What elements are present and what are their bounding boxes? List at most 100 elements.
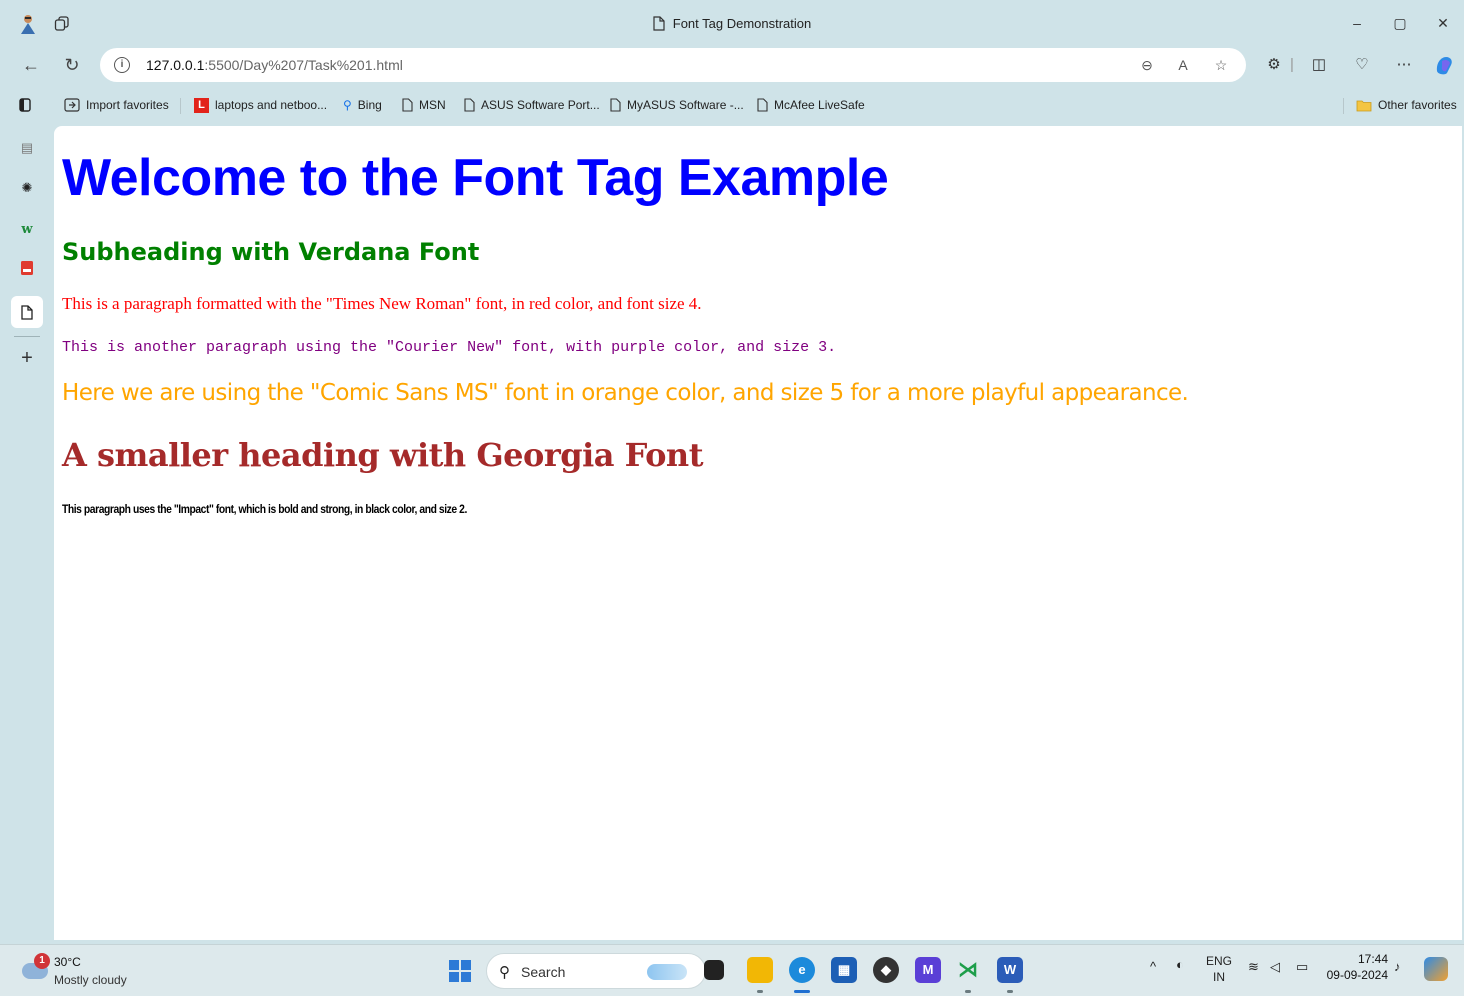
app-running-indicator	[1007, 990, 1013, 993]
network-app-icon[interactable]: ◐	[1176, 957, 1184, 972]
taskbar-search-label: Search	[521, 964, 566, 980]
volume-icon[interactable]: ◁	[1270, 959, 1280, 975]
web-page: Welcome to the Font Tag Example Subheadi…	[54, 126, 1462, 940]
more-menu-icon[interactable]: ⋯	[1392, 53, 1416, 77]
favorite-bing[interactable]: ⚲ Bing	[343, 96, 382, 114]
navigation-bar: ← ↻ i 127.0.0.1:5500/Day%207/Task%201.ht…	[0, 44, 1464, 86]
favorite-lenovo[interactable]: L laptops and netboo...	[194, 96, 327, 114]
favorite-label: ASUS Software Port...	[481, 98, 600, 112]
battery-icon[interactable]: ▭	[1296, 959, 1308, 975]
sidebar-divider	[14, 336, 40, 337]
page-icon	[21, 305, 33, 320]
language-indicator[interactable]: ENG IN	[1206, 953, 1232, 985]
copilot-pre-icon[interactable]	[1424, 957, 1448, 981]
taskbar-search-box[interactable]: ⚲ Search	[486, 953, 706, 989]
refresh-icon[interactable]: ↻	[59, 52, 85, 78]
favorite-asus-portal[interactable]: ASUS Software Port...	[464, 96, 600, 114]
other-favorites-folder[interactable]: Other favorites	[1356, 96, 1457, 114]
edge-browser-icon[interactable]: e	[789, 957, 815, 983]
favorite-label: MyASUS Software -...	[627, 98, 744, 112]
url-text[interactable]: 127.0.0.1:5500/Day%207/Task%201.html	[146, 57, 403, 73]
paragraph-comic-sans: Here we are using the "Comic Sans MS" fo…	[62, 380, 1189, 406]
clock-date: 09-09-2024	[1326, 968, 1388, 982]
favorites-divider	[180, 98, 181, 114]
read-aloud-icon[interactable]: A	[1172, 54, 1194, 76]
copilot-icon[interactable]	[1432, 53, 1456, 77]
tab-actions-icon[interactable]	[18, 96, 32, 114]
windows-start-icon[interactable]	[449, 960, 471, 982]
address-bar[interactable]: i 127.0.0.1:5500/Day%207/Task%201.html ⊖…	[100, 48, 1246, 82]
left-sidebar: ▤ ✺ w +	[0, 126, 54, 940]
notification-bell-icon[interactable]: ♪	[1394, 959, 1401, 974]
wifi-icon[interactable]: ≋	[1248, 959, 1259, 975]
maximize-button[interactable]: ▢	[1389, 12, 1411, 34]
favorite-label: laptops and netboo...	[215, 98, 328, 112]
add-icon[interactable]: +	[17, 348, 37, 368]
favorite-label: Bing	[357, 98, 382, 112]
favorite-myasus[interactable]: MyASUS Software -...	[610, 96, 744, 114]
other-favorites-label: Other favorites	[1378, 98, 1457, 112]
paragraph-courier: This is another paragraph using the "Cou…	[62, 339, 837, 356]
app-running-indicator	[965, 990, 971, 993]
lenovo-icon: L	[194, 97, 209, 113]
favorite-label: MSN	[419, 98, 446, 112]
search-icon: ⚲	[499, 964, 510, 981]
paragraph-impact: This paragraph uses the "Impact" font, w…	[62, 502, 467, 516]
minimize-button[interactable]: –	[1346, 12, 1368, 34]
folder-icon	[1356, 100, 1372, 111]
vscode-icon[interactable]: ⋊	[955, 957, 981, 983]
favorite-msn[interactable]: MSN	[402, 96, 446, 114]
language-region: IN	[1213, 970, 1225, 984]
weather-widget[interactable]: 1 30°C Mostly cloudy	[20, 951, 160, 991]
microsoft-store-icon[interactable]: ▦	[831, 957, 857, 983]
browser-essentials-icon[interactable]: ♡	[1350, 53, 1374, 77]
tab-title[interactable]: Font Tag Demonstration	[0, 16, 1464, 31]
favorite-star-icon[interactable]: ☆	[1210, 54, 1232, 76]
search-highlight-icon	[647, 964, 687, 980]
favorites-bar: Import favorites L laptops and netboo...…	[0, 90, 1464, 120]
clock-time: 17:44	[1357, 952, 1388, 966]
close-button[interactable]: ✕	[1432, 12, 1454, 34]
toolbar-divider: |	[1290, 56, 1294, 73]
favorite-label: Import favorites	[86, 98, 169, 112]
app-active-indicator	[794, 990, 810, 993]
page-icon	[653, 16, 665, 31]
extensions-icon[interactable]: ⚙	[1262, 53, 1286, 77]
subheading-verdana: Subheading with Verdana Font	[62, 238, 480, 266]
page-icon	[464, 98, 475, 112]
wordtune-icon[interactable]: w	[17, 220, 37, 240]
page-heading-main: Welcome to the Font Tag Example	[62, 149, 889, 207]
sidebar-page-tab[interactable]	[11, 296, 43, 328]
import-icon	[64, 98, 80, 112]
weather-temperature: 30°C	[54, 955, 81, 969]
language-code: ENG	[1206, 954, 1233, 968]
page-icon	[610, 98, 621, 112]
word-icon[interactable]: W	[997, 957, 1023, 983]
search-icon: ⚲	[343, 98, 352, 112]
weather-condition: Mostly cloudy	[54, 973, 127, 987]
mcafee-app-icon[interactable]: M	[915, 957, 941, 983]
heading-georgia: A smaller heading with Georgia Font	[62, 436, 703, 474]
chatgpt-icon[interactable]: ✺	[17, 178, 37, 198]
taskbar-clock[interactable]: 17:44 09-09-2024	[1326, 951, 1388, 983]
zoom-icon[interactable]: ⊖	[1136, 54, 1158, 76]
pdf-icon[interactable]	[17, 260, 37, 280]
title-bar: Font Tag Demonstration – ▢ ✕	[0, 0, 1464, 50]
favorite-import[interactable]: Import favorites	[64, 96, 169, 114]
info-icon[interactable]: i	[114, 57, 130, 73]
weather-badge: 1	[34, 953, 50, 969]
file-explorer-icon[interactable]	[747, 957, 773, 983]
url-path: :5500/Day%207/Task%201.html	[204, 57, 403, 73]
back-arrow-icon[interactable]: ←	[18, 52, 44, 78]
chevron-up-icon[interactable]: ^	[1150, 959, 1156, 974]
tab-calendar-icon[interactable]: ▤	[17, 138, 37, 158]
favorites-divider	[1343, 98, 1344, 114]
dark-app-icon[interactable]: ◆	[873, 957, 899, 983]
app-running-indicator	[757, 990, 763, 993]
favorite-label: McAfee LiveSafe	[774, 98, 865, 112]
favorite-mcafee[interactable]: McAfee LiveSafe	[757, 96, 865, 114]
split-screen-icon[interactable]: ◫	[1307, 53, 1331, 77]
page-icon	[757, 98, 768, 112]
task-view-icon[interactable]	[704, 960, 724, 980]
taskbar: 1 30°C Mostly cloudy ⚲ Search e ▦ ◆ M ⋊ …	[0, 944, 1464, 996]
